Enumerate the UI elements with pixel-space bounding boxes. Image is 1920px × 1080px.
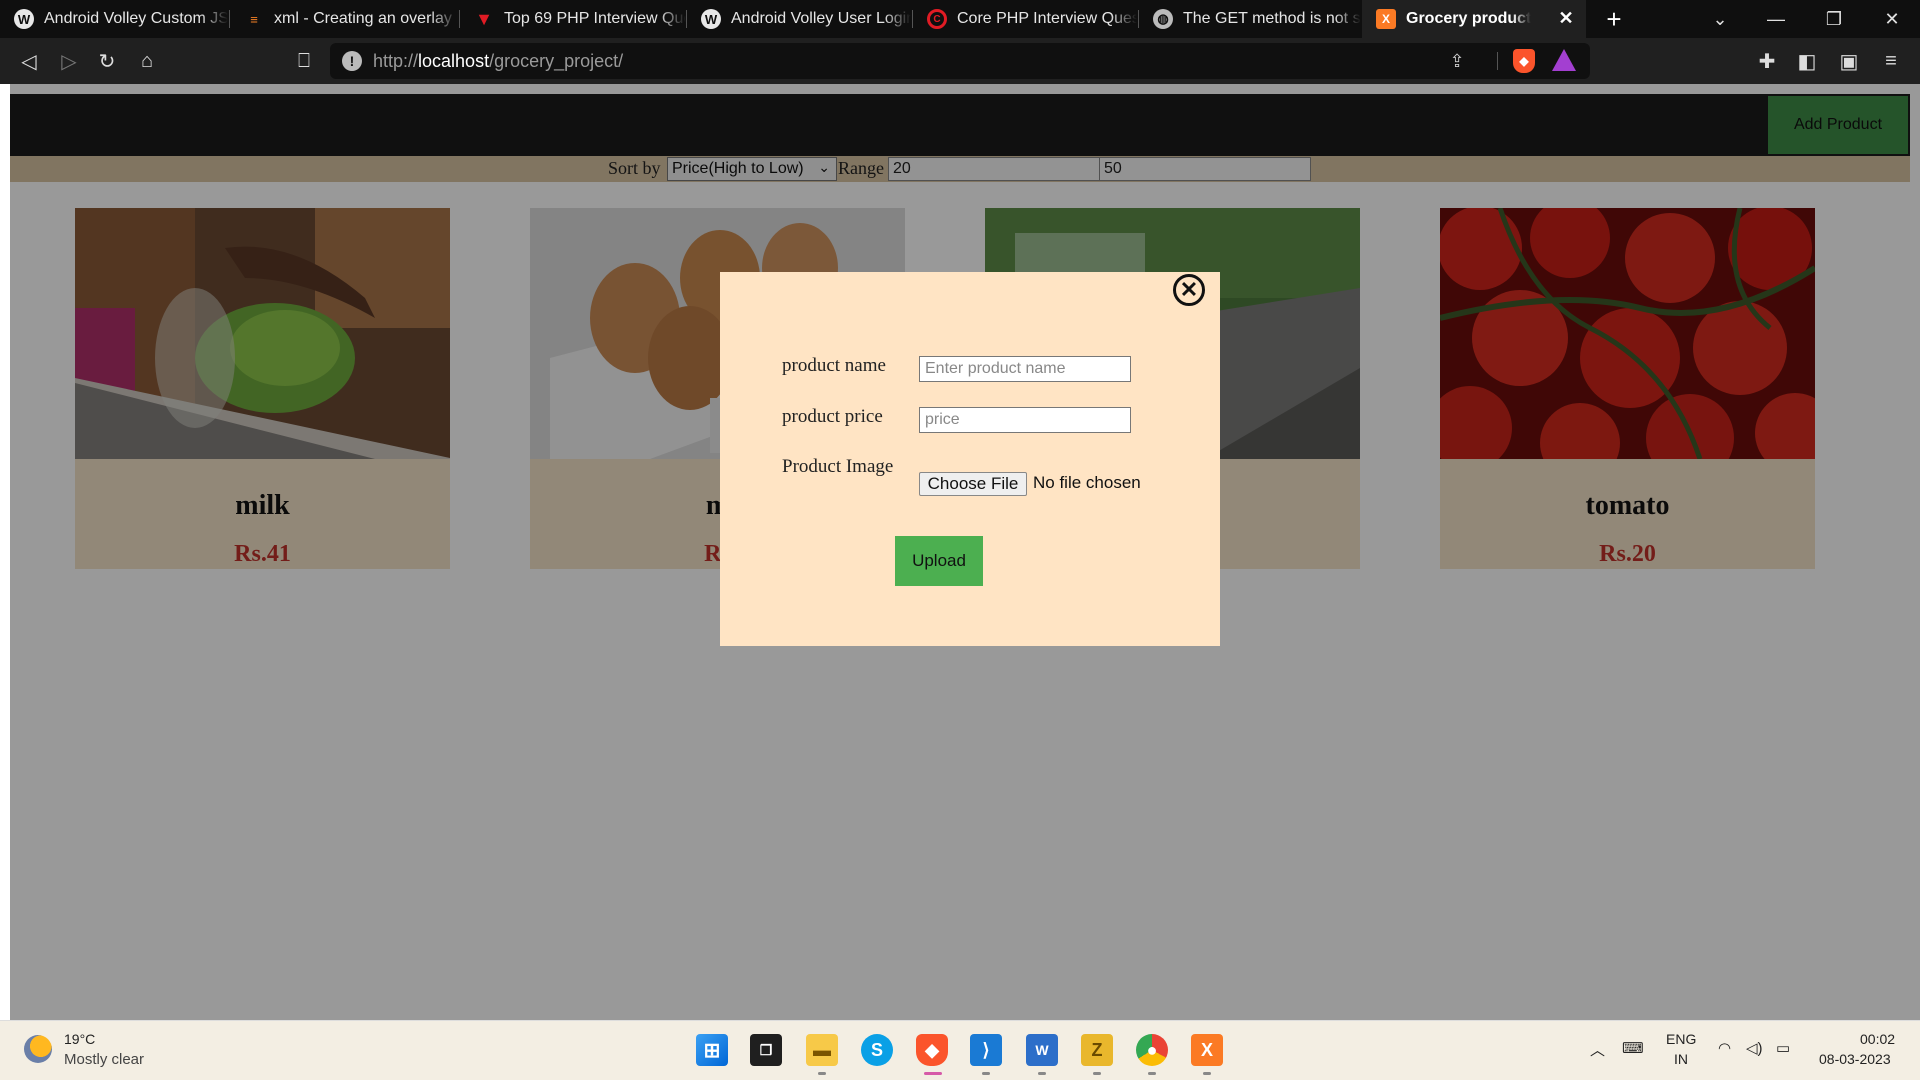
writer-app-icon[interactable]: W — [1026, 1034, 1058, 1066]
language-indicator[interactable]: ENG — [1666, 1031, 1696, 1047]
url-host: localhost — [418, 51, 490, 71]
add-product-modal: ✕ product name Enter product name produc… — [720, 272, 1220, 646]
reload-icon[interactable]: ↻ — [92, 46, 122, 76]
browser-tab[interactable]: ≡ xml - Creating an overlay in — [230, 0, 458, 38]
browser-tab-strip: W Android Volley Custom JSO ≡ xml - Crea… — [0, 0, 1920, 38]
tab-title: Top 69 PHP Interview Ques — [504, 10, 686, 27]
tab-title: Grocery product — [1406, 10, 1532, 27]
task-view-icon[interactable]: ❐ — [750, 1034, 782, 1066]
sidebar-icon[interactable]: ◧ — [1792, 46, 1822, 76]
address-bar[interactable]: ! http://localhost/grocery_project/ ⇪ ◆ — [330, 43, 1590, 79]
brave-shields-icon[interactable]: ◆ — [1513, 49, 1535, 73]
clock-time[interactable]: 00:02 — [1860, 1031, 1895, 1047]
wordpress-icon: W — [701, 9, 721, 29]
xampp-icon: X — [1376, 9, 1396, 29]
brave-browser-icon[interactable]: ◆ — [916, 1034, 948, 1066]
weather-description[interactable]: Mostly clear — [64, 1051, 144, 1068]
v-logo-icon: ▼ — [475, 8, 493, 29]
running-indicator — [1148, 1072, 1156, 1075]
browser-toolbar: ◁ ▷ ↻ ⌂ ⎕ ! http://localhost/grocery_pro… — [0, 38, 1920, 84]
weather-moon-cloud-icon[interactable] — [24, 1035, 52, 1063]
battery-icon[interactable]: ▭ — [1776, 1039, 1790, 1057]
upload-button[interactable]: Upload — [895, 536, 983, 586]
web-page: Add Product Sort by Price(High to Low) ⌄… — [0, 84, 1920, 1020]
brave-rewards-icon[interactable] — [1552, 49, 1576, 71]
browser-tab[interactable]: C Core PHP Interview Questic — [913, 0, 1137, 38]
tab-title: xml - Creating an overlay in — [274, 10, 458, 27]
windows-start-icon[interactable]: ⊞ — [696, 1034, 728, 1066]
skype-icon[interactable]: S — [861, 1034, 893, 1066]
running-indicator — [982, 1072, 990, 1075]
product-image-label: Product Image — [782, 456, 894, 477]
weather-temperature[interactable]: 19°C — [64, 1031, 95, 1047]
home-icon[interactable]: ⌂ — [132, 46, 162, 76]
running-indicator — [1093, 1072, 1101, 1075]
url-path: /grocery_project/ — [489, 51, 624, 71]
wordpress-icon: W — [14, 9, 34, 29]
running-indicator — [818, 1072, 826, 1075]
bookmark-icon[interactable]: ⎕ — [289, 46, 319, 76]
region-indicator[interactable]: IN — [1674, 1051, 1688, 1067]
share-icon[interactable]: ⇪ — [1445, 49, 1469, 73]
taskbar: 19°C Mostly clear ⊞ ❐ ▬ S ◆ ⟩ W Z ● X ︿ … — [0, 1020, 1920, 1080]
keyboard-icon[interactable]: ⌨ — [1622, 1039, 1644, 1057]
wallet-icon[interactable]: ▣ — [1834, 46, 1864, 76]
url-scheme: http:// — [373, 51, 419, 71]
clock-date[interactable]: 08-03-2023 — [1819, 1051, 1891, 1067]
product-name-label: product name — [782, 355, 886, 376]
back-icon[interactable]: ◁ — [14, 46, 44, 76]
forward-icon[interactable]: ▷ — [54, 46, 84, 76]
file-explorer-icon[interactable]: ▬ — [806, 1034, 838, 1066]
close-icon[interactable]: ✕ — [1173, 274, 1205, 306]
browser-tab[interactable]: ◍ The GET method is not sup — [1139, 0, 1361, 38]
close-tab-icon[interactable]: ✕ — [1556, 8, 1576, 28]
tab-title: The GET method is not sup — [1183, 10, 1361, 27]
url-divider — [1497, 52, 1498, 70]
active-indicator — [924, 1072, 942, 1075]
c-logo-icon: C — [927, 9, 947, 29]
tab-search-chevron-icon[interactable]: ⌄ — [1692, 0, 1748, 38]
browser-tab[interactable]: ▼ Top 69 PHP Interview Ques — [460, 0, 686, 38]
vscode-icon[interactable]: ⟩ — [970, 1034, 1002, 1066]
new-tab-icon[interactable]: + — [1600, 4, 1628, 34]
restore-icon[interactable]: ❐ — [1806, 0, 1862, 38]
show-hidden-icons-icon[interactable]: ︿ — [1590, 1039, 1605, 1060]
stackoverflow-icon: ≡ — [250, 11, 258, 27]
close-window-icon[interactable]: ✕ — [1864, 0, 1920, 38]
browser-tab-active[interactable]: X Grocery product ✕ — [1362, 0, 1586, 38]
menu-icon[interactable]: ≡ — [1876, 46, 1906, 76]
minimize-icon[interactable]: — — [1748, 0, 1804, 38]
globe-icon: ◍ — [1153, 9, 1173, 29]
running-indicator — [1038, 1072, 1046, 1075]
url-text[interactable]: http://localhost/grocery_project/ — [373, 51, 623, 72]
tab-title: Android Volley User Login S — [731, 10, 911, 27]
file-status-text: No file chosen — [1033, 473, 1141, 492]
browser-tab[interactable]: W Android Volley User Login S — [687, 0, 911, 38]
choose-file-button[interactable]: Choose File — [919, 472, 1027, 496]
product-name-input[interactable]: Enter product name — [919, 356, 1131, 382]
xampp-icon[interactable]: X — [1191, 1034, 1223, 1066]
chrome-icon[interactable]: ● — [1136, 1034, 1168, 1066]
product-price-input[interactable]: price — [919, 407, 1131, 433]
browser-tab[interactable]: W Android Volley Custom JSO — [0, 0, 228, 38]
product-price-label: product price — [782, 406, 883, 427]
tab-title: Android Volley Custom JSO — [44, 10, 228, 27]
tab-title: Core PHP Interview Questic — [957, 10, 1137, 27]
filezilla-icon[interactable]: Z — [1081, 1034, 1113, 1066]
site-info-icon[interactable]: ! — [342, 51, 362, 71]
extensions-icon[interactable]: ✚ — [1752, 46, 1782, 76]
wifi-icon[interactable]: ◠ — [1718, 1039, 1731, 1057]
volume-icon[interactable]: ◁) — [1746, 1039, 1763, 1057]
running-indicator — [1203, 1072, 1211, 1075]
